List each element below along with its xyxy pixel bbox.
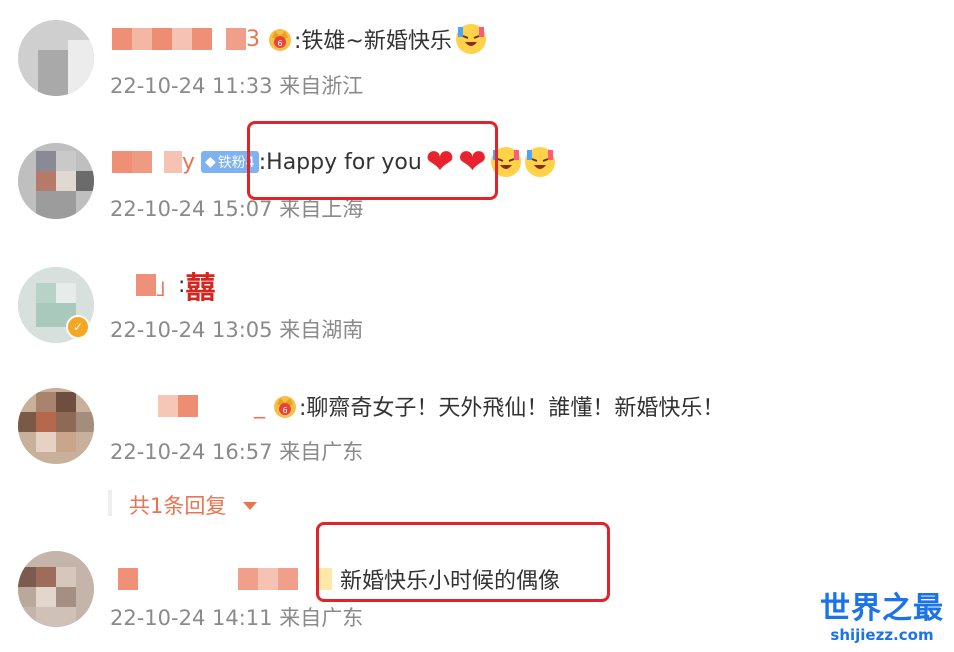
username-mosaic[interactable] — [112, 28, 246, 50]
highlight-box — [316, 522, 610, 602]
view-replies-link[interactable]: 共1条回复 — [129, 490, 226, 520]
comment-location: 来自浙江 — [279, 74, 364, 98]
comment-location: 来自广东 — [279, 606, 364, 630]
avatar[interactable] — [18, 388, 94, 464]
cheering-face-emoji-icon — [455, 24, 486, 54]
comment-text: :聊齋奇女子！天外飛仙！誰懂！新婚快乐！ — [299, 396, 725, 421]
comment-meta: 22-10-24 11:33 来自浙江 — [110, 70, 363, 100]
username-mosaic[interactable] — [136, 274, 156, 296]
verified-badge-icon: ✓ — [66, 315, 90, 339]
reply-thread-bar — [108, 490, 112, 516]
crown-badge-icon: 6 — [266, 25, 294, 53]
username-mosaic[interactable] — [112, 151, 182, 173]
watermark-url: shijiezz.com — [830, 626, 934, 644]
username-mosaic[interactable] — [118, 568, 332, 590]
comment-location: 来自上海 — [279, 197, 364, 221]
comment-location: 来自广东 — [279, 440, 364, 464]
avatar[interactable] — [18, 143, 94, 219]
highlight-box — [247, 121, 498, 200]
caret-down-icon[interactable] — [243, 502, 257, 510]
comment-time: 22-10-24 14:11 — [110, 606, 273, 630]
watermark-title: 世界之最 — [820, 591, 944, 626]
svg-text:6: 6 — [282, 406, 287, 415]
crown-badge-icon: 6 — [271, 392, 299, 420]
watermark: 世界之最 shijiezz.com — [820, 591, 944, 645]
svg-text:6: 6 — [277, 39, 282, 48]
comment-time: 22-10-24 11:33 — [110, 74, 273, 98]
comment-meta: 22-10-24 14:11 来自广东 — [110, 602, 363, 632]
comment-meta: 22-10-24 16:57 来自广东 — [110, 436, 363, 466]
comment-text: :铁雄~新婚快乐 — [294, 29, 452, 54]
avatar[interactable] — [18, 551, 94, 627]
comment-text: : — [178, 272, 186, 298]
comment-header: _ 6 :聊齋奇女子！天外飛仙！誰懂！新婚快乐！ — [112, 389, 724, 423]
cheering-face-emoji-icon — [524, 147, 555, 177]
comment-header: 」 : 囍 — [112, 268, 215, 306]
comment-time: 22-10-24 13:05 — [110, 318, 273, 342]
comment-time: 22-10-24 15:07 — [110, 197, 273, 221]
username-suffix[interactable]: _ — [254, 394, 265, 419]
username-suffix[interactable]: 」 — [156, 269, 178, 301]
comment-time: 22-10-24 16:57 — [110, 440, 273, 464]
username-mosaic[interactable] — [158, 395, 254, 417]
double-happiness-emoji: 囍 — [185, 271, 215, 306]
username-suffix[interactable]: 3 — [246, 27, 260, 52]
diamond-icon: ◆ — [205, 154, 216, 170]
comment-header: 3 6 :铁雄~新婚快乐 — [112, 22, 486, 56]
avatar[interactable] — [18, 20, 94, 96]
comment-meta: 22-10-24 13:05 来自湖南 — [110, 314, 363, 344]
comment-location: 来自湖南 — [279, 318, 364, 342]
username-suffix[interactable]: y — [182, 150, 195, 175]
